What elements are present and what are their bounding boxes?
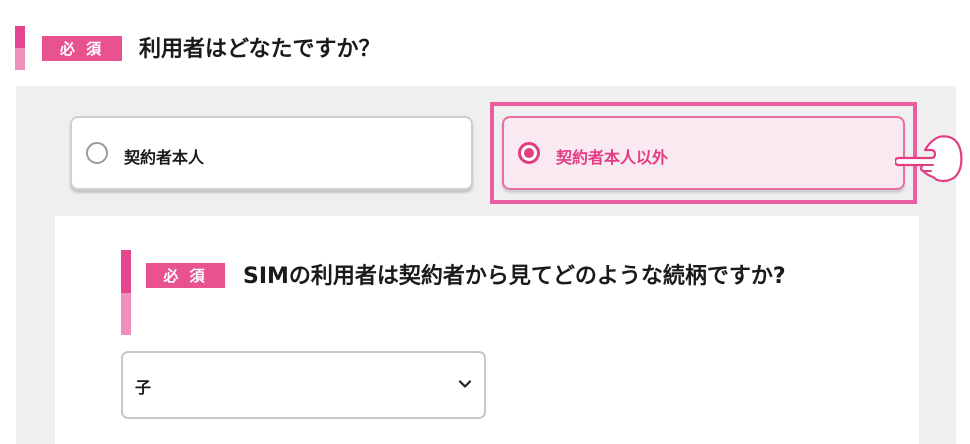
chevron-down-icon (458, 380, 472, 388)
radio-option-label: 契約者本人以外 (556, 148, 669, 167)
radio-checked-icon[interactable] (518, 142, 540, 164)
radio-option-contract-holder[interactable]: 契約者本人 (70, 116, 473, 190)
question-title: 利用者はどなたですか？ (139, 37, 381, 62)
relationship-select[interactable]: 子 (121, 351, 486, 419)
radio-option-label: 契約者本人 (124, 148, 205, 167)
question-accent-bar-light (15, 48, 25, 70)
required-badge: 必 須 (146, 263, 225, 288)
question-accent-bar (121, 250, 131, 293)
radio-option-other-than-holder[interactable]: 契約者本人以外 (502, 116, 905, 190)
question-accent-bar (15, 26, 25, 48)
required-badge: 必 須 (42, 36, 122, 61)
question-accent-bar-light (121, 293, 131, 335)
hand-pointer-icon (895, 135, 963, 183)
select-value: 子 (135, 378, 152, 397)
question-title: SIMの利用者は契約者から見てどのような続柄ですか? (243, 264, 786, 289)
radio-unchecked-icon[interactable] (86, 142, 108, 164)
